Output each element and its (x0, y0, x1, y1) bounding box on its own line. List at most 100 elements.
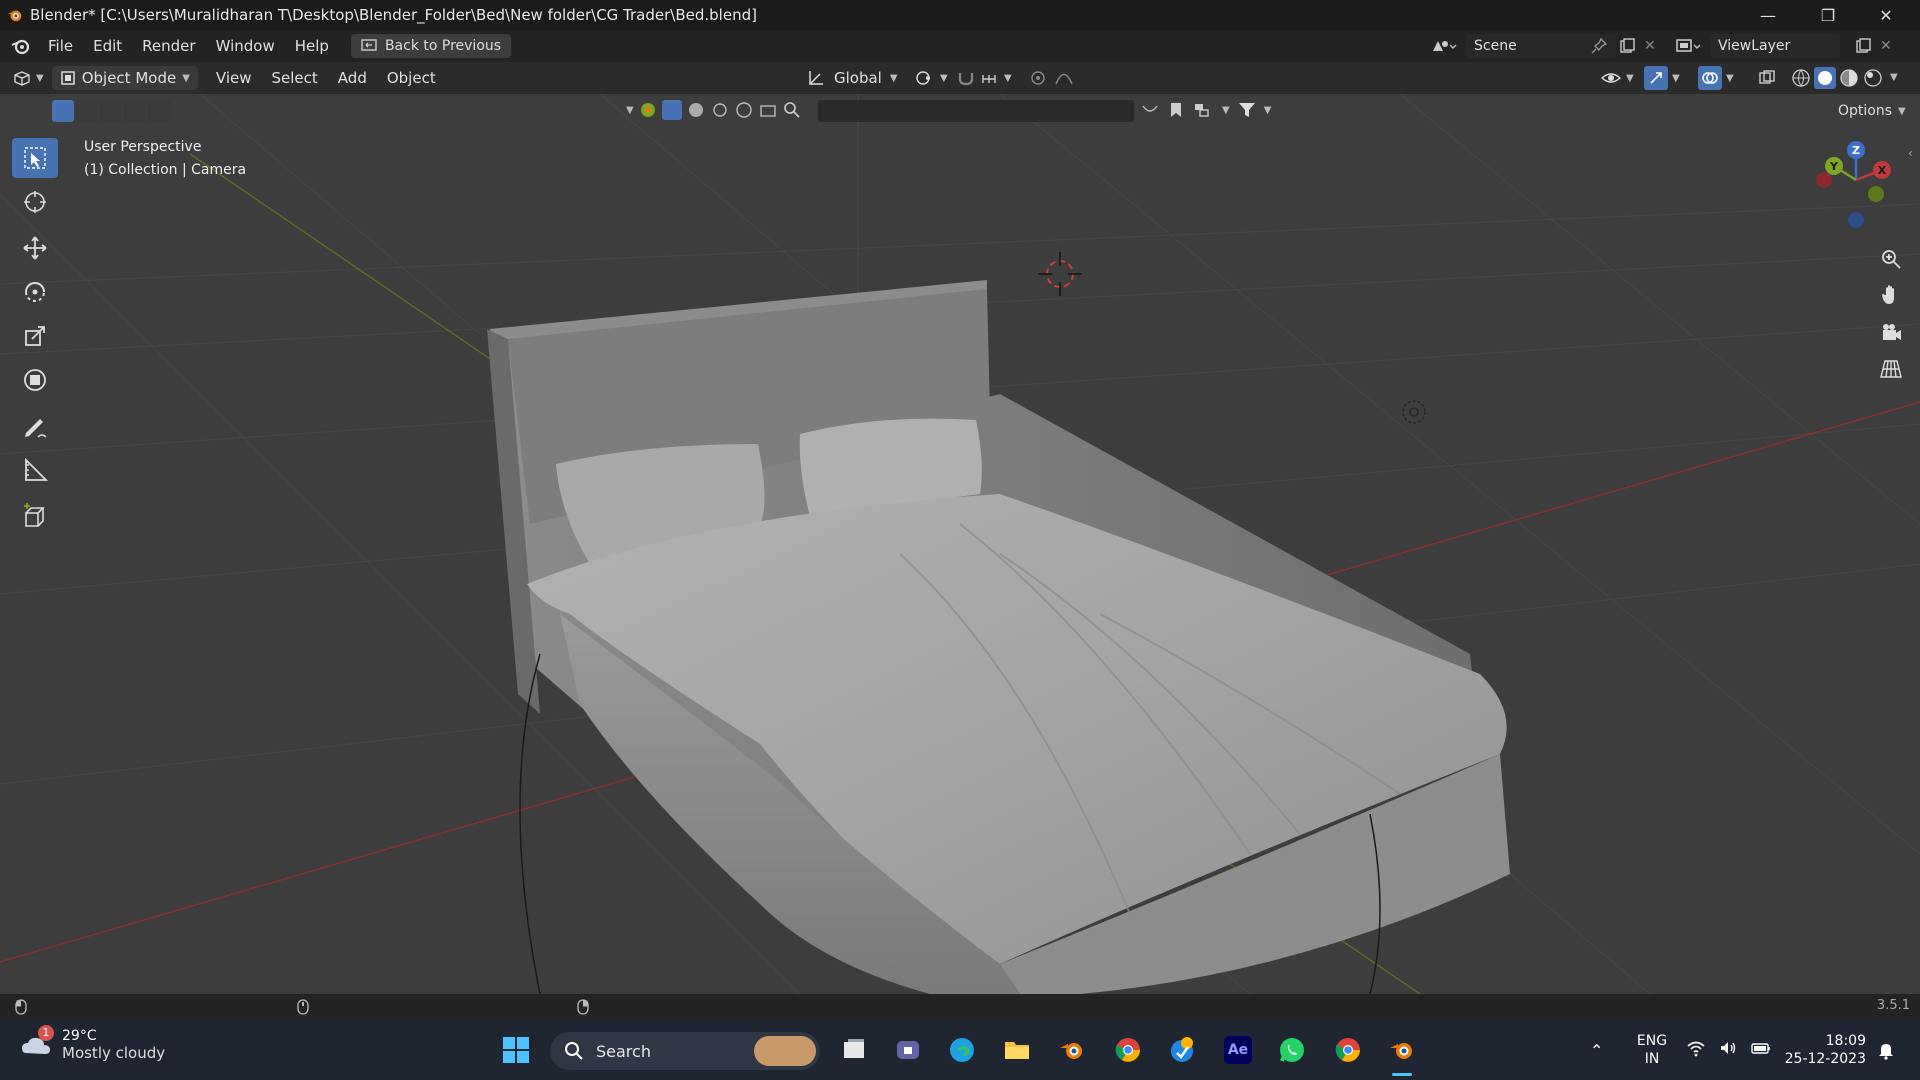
xray-icon[interactable] (1758, 69, 1776, 87)
chevron-down-icon[interactable]: ▼ (1890, 67, 1898, 89)
weather-widget[interactable]: 1 29°C Mostly cloudy (20, 1025, 165, 1062)
blender-icon (1060, 1043, 1082, 1059)
tracker-app[interactable] (1164, 1032, 1200, 1068)
light-filter-icon[interactable] (710, 100, 730, 120)
edge-app[interactable] (944, 1032, 980, 1068)
filter-funnel-icon[interactable] (1236, 100, 1258, 120)
chevron-down-icon[interactable]: ▼ (1264, 105, 1272, 116)
zoom-tool[interactable] (1876, 244, 1906, 274)
notification-bell-icon[interactable] (1876, 1040, 1896, 1060)
delete-viewlayer-icon[interactable]: ✕ (1880, 38, 1892, 54)
menu-render[interactable]: Render (132, 30, 205, 62)
chevron-up-icon[interactable]: ⌃ (1590, 1041, 1603, 1060)
new-scene-icon[interactable] (1618, 37, 1636, 55)
rotate-tool[interactable] (12, 272, 58, 312)
object-filter-icon[interactable] (661, 100, 682, 120)
world-filter-icon[interactable] (734, 100, 754, 120)
object-mode-dropdown[interactable]: Object Mode ▼ (51, 66, 198, 90)
select-subtract-icon[interactable] (100, 100, 122, 122)
after-effects-app[interactable]: Ae (1220, 1032, 1256, 1068)
viewport-menu-add[interactable]: Add (328, 69, 377, 87)
new-viewlayer-icon[interactable] (1854, 37, 1872, 55)
solid-shading-icon[interactable] (1814, 67, 1836, 89)
close-window-button[interactable]: ✕ (1858, 0, 1914, 30)
3d-viewport[interactable] (0, 94, 1920, 994)
select-intersect-icon[interactable] (148, 100, 170, 122)
collection-icon[interactable] (1192, 100, 1216, 120)
sidebar-toggle-icon[interactable]: ‹ (1908, 146, 1913, 160)
transform-tool[interactable] (12, 360, 58, 400)
overlay-curve-icon[interactable] (1140, 100, 1160, 120)
menu-file[interactable]: File (38, 30, 83, 62)
chrome-app[interactable] (1110, 1032, 1146, 1068)
blender-active-app[interactable] (1384, 1032, 1420, 1076)
chevron-down-icon[interactable]: ▼ (1222, 105, 1230, 116)
viewport-menu-select[interactable]: Select (262, 69, 328, 87)
display-mode-icon[interactable] (638, 100, 658, 120)
system-clock[interactable]: 18:09 25-12-2023 (1784, 1032, 1866, 1068)
menu-window[interactable]: Window (206, 30, 285, 62)
bookmark-icon[interactable] (1166, 100, 1186, 120)
visibility-dropdown[interactable]: ▼ (1600, 66, 1634, 90)
annotate-tool[interactable] (12, 406, 58, 446)
task-view-app[interactable] (836, 1032, 872, 1068)
pin-icon[interactable] (1590, 37, 1608, 55)
back-to-previous-button[interactable]: Back to Previous (350, 34, 512, 58)
options-dropdown[interactable]: Options ▼ (1830, 100, 1914, 122)
material-shading-icon[interactable] (1838, 67, 1860, 89)
language-indicator[interactable]: ENG IN (1634, 1032, 1670, 1068)
chevron-down-icon: ▼ (36, 72, 44, 84)
pan-tool[interactable] (1876, 280, 1906, 310)
file-explorer-app[interactable] (999, 1032, 1035, 1068)
viewport-menu-object[interactable]: Object (377, 69, 446, 87)
teams-app[interactable] (890, 1032, 926, 1068)
select-extend-icon[interactable] (76, 100, 98, 122)
editor-type-selector[interactable]: ▼ (12, 66, 44, 90)
scale-tool[interactable] (12, 316, 58, 356)
add-cube-tool[interactable] (12, 496, 58, 536)
taskbar-search[interactable]: Search (550, 1032, 820, 1070)
wireframe-shading-icon[interactable] (1790, 67, 1812, 89)
whatsapp-app[interactable] (1274, 1032, 1310, 1068)
chrome-profile-app[interactable] (1330, 1032, 1366, 1068)
navigation-gizmo[interactable]: Z Y X (1810, 138, 1910, 238)
blender-version: 3.5.1 (1876, 998, 1910, 1013)
pivot-point-dropdown[interactable]: ▼ (914, 66, 948, 90)
menu-help[interactable]: Help (285, 30, 339, 62)
snap-dropdown[interactable]: ▼ (956, 66, 1012, 90)
gizmo-toggle[interactable]: ▼ (1644, 66, 1680, 90)
chevron-down-icon: ▼ (1626, 72, 1634, 84)
scene-selector[interactable]: Scene ✕ (1430, 34, 1670, 58)
transform-orientation-dropdown[interactable]: Global ▼ (806, 66, 898, 90)
move-tool[interactable] (12, 228, 58, 268)
windows-logo-icon (503, 1037, 529, 1063)
restore-button[interactable]: ❐ (1800, 0, 1856, 30)
start-button[interactable] (498, 1032, 534, 1068)
delete-scene-icon[interactable]: ✕ (1644, 38, 1656, 54)
search-icon[interactable] (782, 100, 802, 120)
blender-menu-icon[interactable] (10, 35, 32, 57)
chevron-down-icon[interactable]: ▼ (626, 105, 634, 116)
perspective-toggle-tool[interactable] (1876, 354, 1906, 384)
teams-icon (897, 1041, 919, 1059)
proportional-editing[interactable] (1028, 66, 1074, 90)
tray-icons[interactable] (1686, 1038, 1772, 1058)
overlays-toggle[interactable]: ▼ (1698, 66, 1734, 90)
camera-filter-icon[interactable] (758, 100, 778, 120)
mesh-filter-icon[interactable] (686, 100, 706, 120)
viewport-menu-view[interactable]: View (206, 69, 262, 87)
select-invert-icon[interactable] (124, 100, 146, 122)
camera-view-tool[interactable] (1876, 318, 1906, 348)
viewlayer-selector[interactable]: ViewLayer ✕ (1674, 34, 1914, 58)
viewport-search-input[interactable] (818, 100, 1134, 122)
viewlayer-name-field[interactable]: ViewLayer (1710, 34, 1840, 58)
rendered-shading-icon[interactable] (1862, 67, 1884, 89)
gizmo-z-label: Z (1852, 144, 1860, 157)
select-new-icon[interactable] (52, 100, 74, 122)
select-box-tool[interactable] (12, 138, 58, 178)
blender-taskbar-app[interactable] (1054, 1032, 1090, 1068)
minimize-button[interactable]: — (1740, 0, 1796, 30)
cursor-tool[interactable] (12, 182, 58, 222)
menu-edit[interactable]: Edit (83, 30, 132, 62)
measure-tool[interactable] (12, 450, 58, 490)
